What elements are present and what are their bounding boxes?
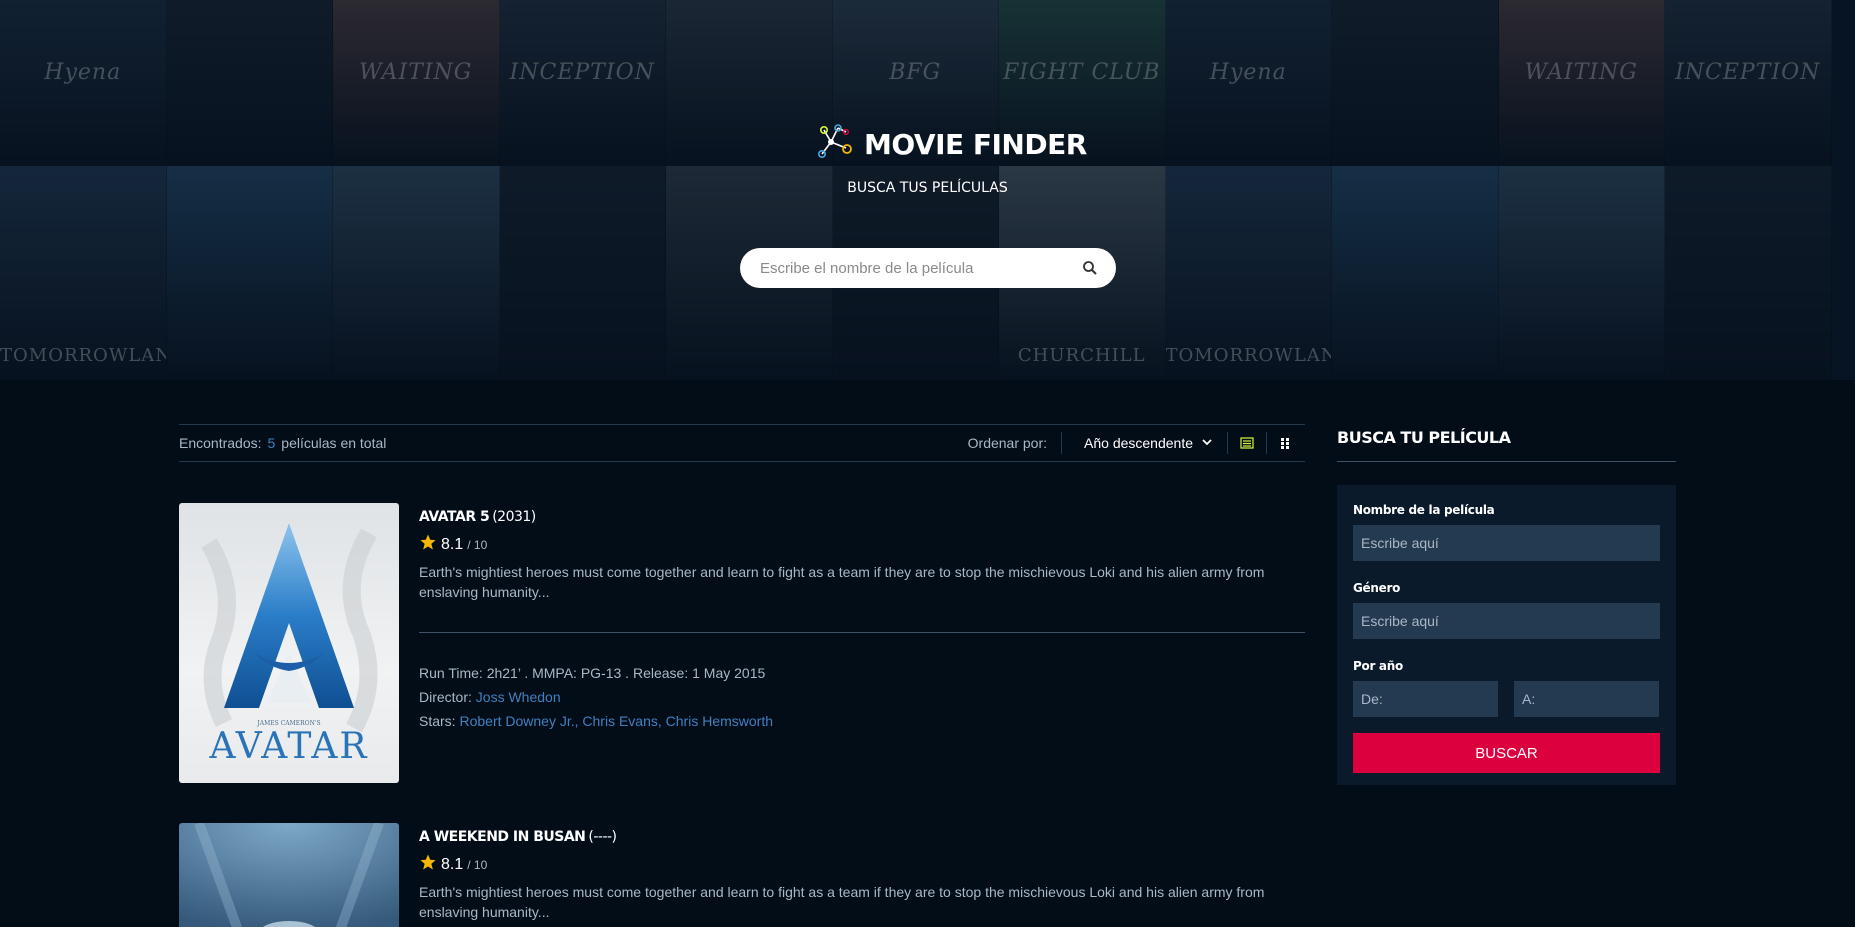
movie-meta: Run Time: 2h21’ . MMPA: PG-13 . Release:… [419, 661, 1305, 733]
found-suffix: películas en total [281, 435, 387, 451]
name-label: Nombre de la película [1353, 503, 1495, 517]
movie-year: (----) [588, 829, 617, 845]
results-toolbar: Encontrados: 5 películas en total Ordena… [179, 424, 1305, 462]
year-label: Por año [1353, 659, 1403, 673]
movie-poster[interactable]: JAMES CAMERON'S AVATAR [179, 503, 399, 783]
rating-value: 8.1 [441, 855, 464, 873]
movie-title-text: AVATAR 5 [419, 509, 490, 525]
movie-title[interactable]: A WEEKEND IN BUSAN (----) [419, 829, 1305, 845]
poster-title-text: AVATAR [209, 726, 369, 767]
director-link[interactable]: Joss Whedon [476, 689, 561, 705]
movie-title[interactable]: AVATAR 5 (2031) [419, 509, 1305, 525]
hero-search-input[interactable] [760, 259, 1082, 277]
rating-value: 8.1 [441, 535, 464, 553]
movie-divider [419, 632, 1305, 633]
movie-runtime-line: Run Time: 2h21’ . MMPA: PG-13 . Release:… [419, 665, 766, 681]
movie-info: A WEEKEND IN BUSAN (----) 8.1 / 10 Earth'… [419, 823, 1305, 922]
movie-title-text: A WEEKEND IN BUSAN [419, 829, 586, 845]
star-icon [419, 853, 437, 876]
movie-rating: 8.1 / 10 [419, 853, 1305, 876]
genre-label: Género [1353, 581, 1401, 595]
movie-rating: 8.1 / 10 [419, 533, 1305, 556]
brand-subtitle: BUSCA TUS PELÍCULAS [847, 180, 1008, 196]
sort-value: Año descendente [1084, 435, 1193, 451]
found-label: Encontrados: [179, 435, 262, 451]
movie-director: Director: Joss Whedon [419, 685, 1305, 709]
star-icon [419, 533, 437, 556]
network-nodes-icon [816, 122, 854, 167]
results-count: Encontrados: 5 películas en total [179, 435, 386, 451]
search-icon[interactable] [1082, 260, 1098, 276]
movie-stars: Stars: Robert Downey Jr., Chris Evans, C… [419, 709, 1305, 733]
sidebar-title: BUSCA TU PELÍCULA [1337, 428, 1676, 462]
year-range [1353, 681, 1660, 737]
genre-field[interactable] [1353, 603, 1660, 639]
movie-poster[interactable] [179, 823, 399, 927]
grid-view-button[interactable] [1266, 432, 1305, 454]
year-from-field[interactable] [1353, 681, 1498, 717]
movie-search-form: Nombre de la película Género Por año BUS… [1337, 485, 1676, 785]
sort-dropdown[interactable]: Año descendente [1061, 432, 1227, 454]
director-label: Director: [419, 689, 472, 705]
grid-view-icon [1279, 436, 1293, 450]
movie-year: (2031) [492, 509, 536, 525]
movie-item: JAMES CAMERON'S AVATAR AVATAR 5 (2031) 8.… [179, 503, 1305, 783]
movie-item: A WEEKEND IN BUSAN (----) 8.1 / 10 Earth'… [179, 823, 1305, 927]
stars-links[interactable]: Robert Downey Jr., Chris Evans, Chris He… [459, 713, 773, 729]
movie-description: Earth's mightiest heroes must come toget… [419, 564, 1265, 600]
sort-label: Ordenar por: [967, 435, 1048, 451]
sort-controls: Ordenar por: Año descendente [968, 432, 1305, 454]
rating-max: / 10 [467, 537, 488, 552]
brand-logo[interactable]: MOVIE FINDER [816, 122, 1087, 167]
stars-label: Stars: [419, 713, 456, 729]
hero-search-bar [740, 248, 1116, 288]
list-view-button[interactable] [1227, 432, 1266, 454]
movie-name-field[interactable] [1353, 525, 1660, 561]
found-count: 5 [267, 435, 276, 451]
brand-title: MOVIE FINDER [864, 127, 1087, 161]
hero-banner: HyenaWAITINGINCEPTIONBFGFIGHT CLUBHyenaW… [0, 0, 1855, 380]
list-view-icon [1240, 436, 1254, 450]
movie-info: AVATAR 5 (2031) 8.1 / 10 Earth's mighties… [419, 503, 1305, 733]
year-to-field[interactable] [1514, 681, 1659, 717]
chevron-down-icon [1201, 435, 1213, 451]
search-submit-button[interactable]: BUSCAR [1353, 733, 1660, 773]
movie-description: Earth's mightiest heroes must come toget… [419, 884, 1265, 920]
rating-max: / 10 [467, 857, 488, 872]
